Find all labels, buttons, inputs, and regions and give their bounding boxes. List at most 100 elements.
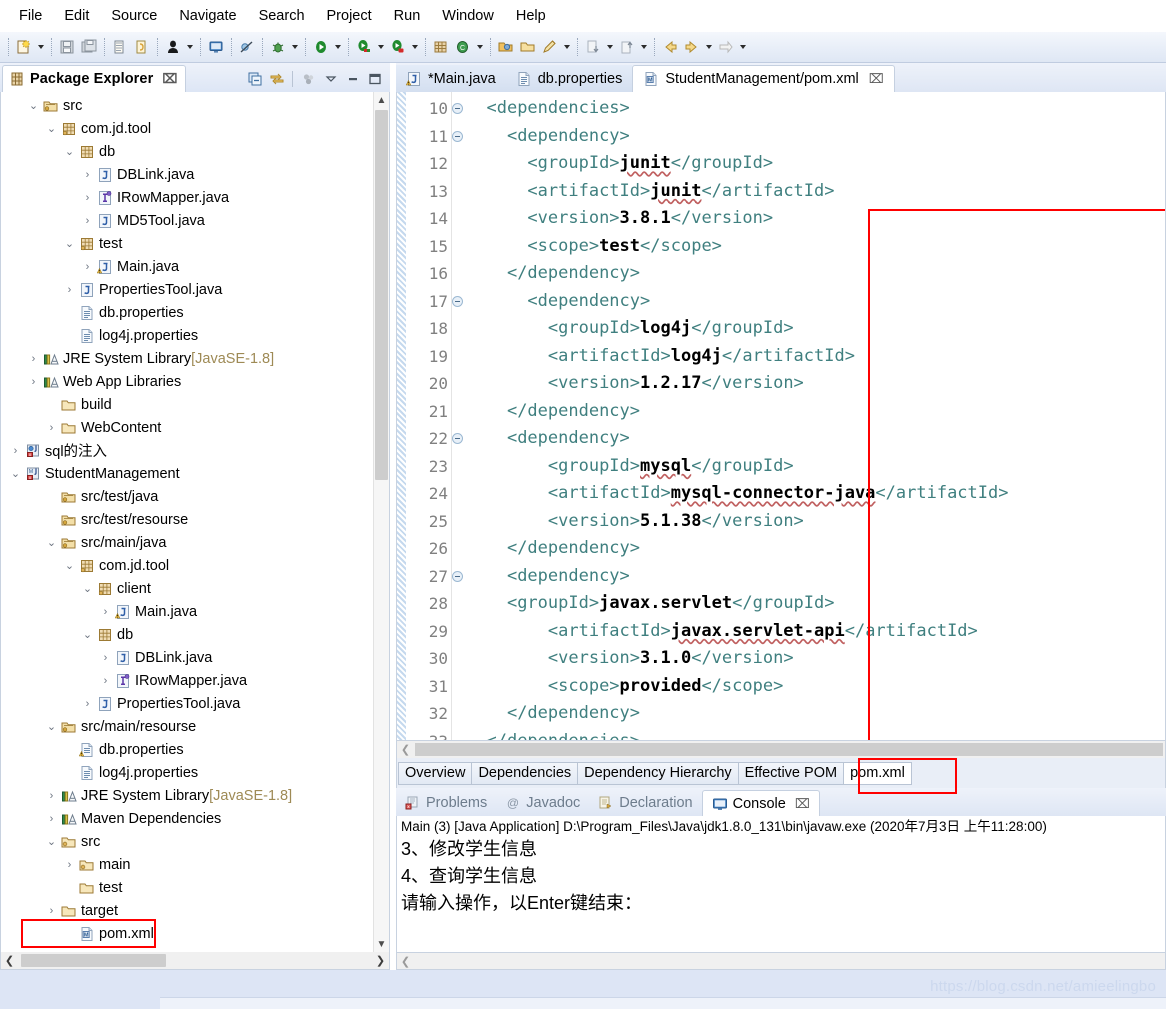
expand-arrow-icon[interactable]: ⌄ (25, 99, 42, 112)
expand-arrow-icon[interactable]: ⌄ (7, 467, 24, 480)
tree-item[interactable]: ⌄ src (1, 94, 373, 117)
collapse-arrow-icon[interactable]: › (43, 790, 60, 802)
next-annotation-dropdown-arrow[interactable] (604, 36, 616, 58)
stop-server-dropdown-arrow[interactable] (409, 36, 421, 58)
save-all-icon[interactable] (78, 36, 100, 58)
tree-item[interactable]: › DBLink.java (1, 646, 373, 669)
scroll-left-icon[interactable]: ❮ (397, 743, 414, 756)
tree-item[interactable]: › Maven Dependencies (1, 807, 373, 830)
new-wizard-dropdown-arrow[interactable] (35, 36, 47, 58)
editor-code-area[interactable]: <dependencies> <dependency> <groupId>jun… (452, 92, 1165, 740)
collapse-arrow-icon[interactable]: › (79, 169, 96, 181)
collapse-arrow-icon[interactable]: › (79, 192, 96, 204)
tree-item[interactable]: db.properties (1, 738, 373, 761)
tree-item[interactable]: ⌄ Mx StudentManagement (1, 462, 373, 485)
new-java-project-icon[interactable] (430, 36, 452, 58)
collapse-arrow-icon[interactable]: › (97, 606, 114, 618)
forward-dropdown-arrow[interactable] (703, 36, 715, 58)
collapse-arrow-icon[interactable]: › (79, 261, 96, 273)
maximize-icon[interactable] (365, 69, 384, 88)
tree-item[interactable]: ⌄ src/main/resourse (1, 715, 373, 738)
collapse-arrow-icon[interactable]: › (7, 445, 24, 457)
editor-horizontal-scrollbar[interactable]: ❮ (396, 741, 1166, 758)
editor-horizontal-scroll-thumb[interactable] (415, 743, 1163, 756)
editor-tab-db-properties[interactable]: db.properties (505, 65, 633, 92)
open-type-icon[interactable] (495, 36, 517, 58)
tree-item[interactable]: build (1, 393, 373, 416)
forward-nav-icon[interactable] (715, 36, 737, 58)
run-dropdown-arrow[interactable] (332, 36, 344, 58)
collapse-all-icon[interactable] (245, 69, 264, 88)
tree-item[interactable]: › Main.java (1, 600, 373, 623)
expand-arrow-icon[interactable]: ⌄ (43, 720, 60, 733)
console-tab-javadoc[interactable]: @ Javadoc (496, 790, 589, 816)
person-icon[interactable] (162, 36, 184, 58)
tree-item[interactable]: › Main.java (1, 255, 373, 278)
tree-item[interactable]: log4j.properties (1, 761, 373, 784)
collapse-arrow-icon[interactable]: › (79, 215, 96, 227)
tree-item[interactable]: src/test/java (1, 485, 373, 508)
menu-item-search[interactable]: Search (248, 5, 316, 27)
pom-tab-pom-xml[interactable]: pom.xml (843, 761, 912, 785)
link-with-editor-icon[interactable] (267, 69, 286, 88)
tree-item[interactable]: ⌄ src/main/java (1, 531, 373, 554)
tab-package-explorer[interactable]: Package Explorer ⌧ (2, 65, 187, 92)
minimize-icon[interactable] (343, 69, 362, 88)
horizontal-scroll-thumb[interactable] (21, 954, 166, 967)
tree-item[interactable]: › x sql的注入 (1, 439, 373, 462)
tree-item[interactable]: › IRowMapper.java (1, 669, 373, 692)
annotate-dropdown-arrow[interactable] (561, 36, 573, 58)
collapse-arrow-icon[interactable]: › (97, 675, 114, 687)
collapse-arrow-icon[interactable]: › (43, 422, 60, 434)
scroll-down-icon[interactable]: ▼ (374, 936, 389, 952)
forward-icon[interactable] (681, 36, 703, 58)
expand-arrow-icon[interactable]: ⌄ (43, 122, 60, 135)
new-wizard-icon[interactable] (13, 36, 35, 58)
tree-item[interactable]: › PropertiesTool.java (1, 278, 373, 301)
tree-item[interactable]: ⌄ src (1, 830, 373, 853)
close-icon[interactable]: ⌧ (869, 71, 884, 87)
collapse-arrow-icon[interactable]: › (25, 376, 42, 388)
menu-item-run[interactable]: Run (383, 5, 432, 27)
run-icon[interactable] (310, 36, 332, 58)
editor-tab-studentmanagement-pom-xml[interactable]: M StudentManagement/pom.xml ⌧ (632, 65, 895, 92)
tree-item[interactable]: src/test/resourse (1, 508, 373, 531)
project-tree[interactable]: ⌄ src ⌄ com.jd.tool ⌄ db › DBLink.java › IRowMapp… (1, 92, 373, 952)
tree-item[interactable]: › main (1, 853, 373, 876)
import-icon[interactable] (131, 36, 153, 58)
console-horizontal-scrollbar[interactable]: ❮ (396, 953, 1166, 970)
debug-icon[interactable] (267, 36, 289, 58)
menu-item-help[interactable]: Help (505, 5, 557, 27)
tree-item[interactable]: ⌄ client (1, 577, 373, 600)
close-icon[interactable]: ⌧ (162, 71, 177, 87)
tree-item[interactable]: ⌄ db (1, 623, 373, 646)
skip-breakpoints-icon[interactable] (236, 36, 258, 58)
tree-item[interactable]: › JRE System Library [JavaSE-1.8] (1, 347, 373, 370)
console-tab-declaration[interactable]: Declaration (589, 790, 701, 816)
collapse-arrow-icon[interactable]: › (25, 353, 42, 365)
vertical-scroll-thumb[interactable] (375, 110, 388, 480)
package-explorer-vertical-scrollbar[interactable]: ▲ ▼ (373, 92, 389, 952)
tree-item[interactable]: › Web App Libraries (1, 370, 373, 393)
close-icon[interactable]: ⌧ (795, 796, 810, 812)
back-icon[interactable] (659, 36, 681, 58)
expand-arrow-icon[interactable]: ⌄ (61, 145, 78, 158)
tree-item[interactable]: ⌄ test (1, 232, 373, 255)
view-menu-icon[interactable] (321, 69, 340, 88)
tree-item[interactable]: › IRowMapper.java (1, 186, 373, 209)
scroll-up-icon[interactable]: ▲ (374, 92, 389, 108)
new-class-dropdown-arrow[interactable] (474, 36, 486, 58)
tree-item[interactable]: › WebContent (1, 416, 373, 439)
menu-item-file[interactable]: File (8, 5, 53, 27)
run-as-server-icon[interactable] (353, 36, 375, 58)
tree-item[interactable]: ⌄ com.jd.tool (1, 554, 373, 577)
collapse-arrow-icon[interactable]: › (61, 859, 78, 871)
pom-tab-dependencies[interactable]: Dependencies (471, 761, 579, 785)
forward-nav-dropdown-arrow[interactable] (737, 36, 749, 58)
package-explorer-horizontal-scrollbar[interactable]: ❮ ❯ (1, 952, 389, 969)
collapse-arrow-icon[interactable]: › (43, 813, 60, 825)
console-tab-problems[interactable]: x Problems (396, 790, 496, 816)
tree-item[interactable]: Mpom.xml (1, 922, 373, 945)
editor-tab-main-java[interactable]: *Main.java (396, 65, 506, 92)
next-annotation-icon[interactable] (582, 36, 604, 58)
